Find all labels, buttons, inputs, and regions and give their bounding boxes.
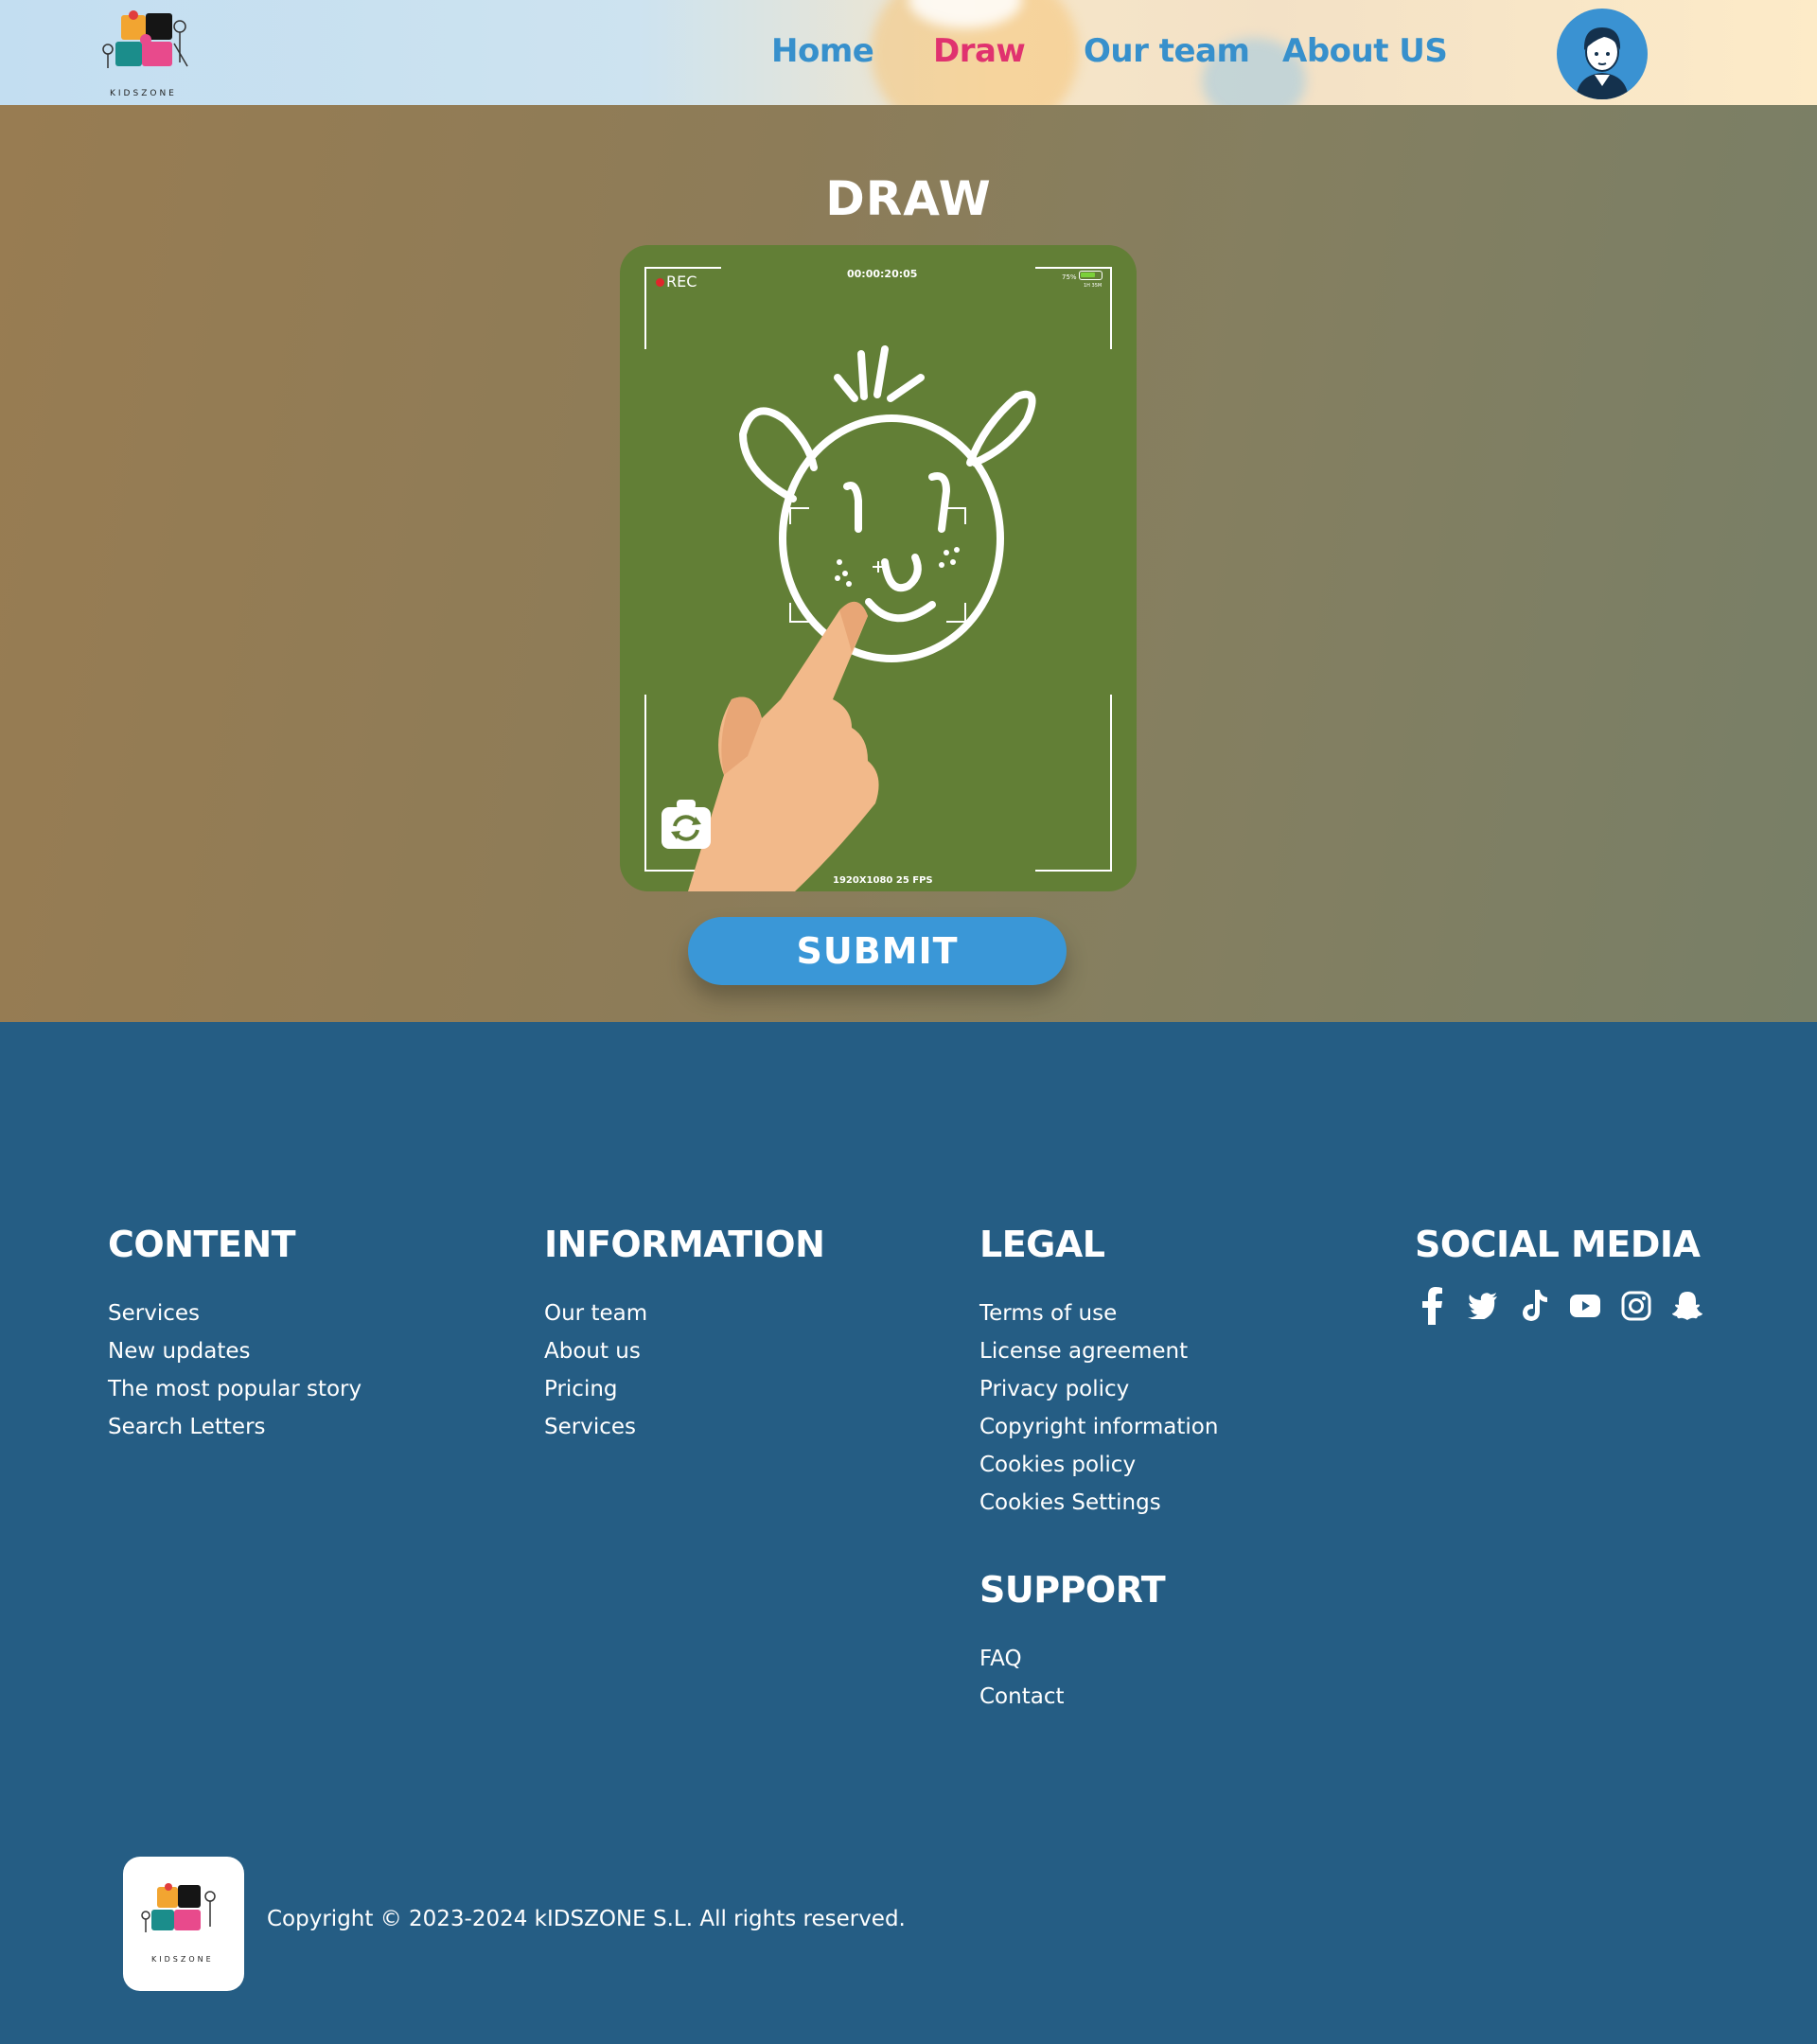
camera-frame-overlay [644, 267, 1112, 891]
footer-social-title: SOCIAL MEDIA [1415, 1224, 1701, 1265]
logo-text: KIDSZONE [110, 89, 177, 98]
pointing-hand [688, 601, 879, 891]
youtube-icon[interactable] [1568, 1288, 1602, 1324]
footer-logo[interactable]: KIDSZONE [123, 1857, 244, 1991]
footer-legal-column: LEGAL Terms of use License agreement Pri… [979, 1224, 1218, 1528]
nav-home[interactable]: Home [771, 32, 874, 70]
battery-remaining: 1H 35M [1084, 283, 1103, 289]
footer-link-pricing[interactable]: Pricing [544, 1377, 618, 1401]
footer-link-contact[interactable]: Contact [979, 1684, 1064, 1709]
nav-our-team[interactable]: Our team [1084, 32, 1250, 70]
footer-link-search-letters[interactable]: Search Letters [108, 1415, 266, 1439]
footer-link-cookies-policy[interactable]: Cookies policy [979, 1453, 1136, 1477]
facebook-icon[interactable] [1415, 1287, 1449, 1325]
timecode: 00:00:20:05 [847, 268, 918, 280]
footer-information-column: INFORMATION Our team About us Pricing Se… [544, 1224, 825, 1453]
tiktok-icon[interactable] [1517, 1288, 1551, 1324]
footer-support-column: SUPPORT FAQ Contact [979, 1569, 1166, 1722]
nav-about-us[interactable]: About US [1282, 32, 1448, 70]
footer-support-title: SUPPORT [979, 1569, 1166, 1611]
user-avatar[interactable] [1557, 9, 1648, 99]
copyright-text: Copyright © 2023-2024 kIDSZONE S.L. All … [267, 1907, 906, 1931]
submit-button[interactable]: SUBMIT [688, 917, 1067, 985]
footer-social-column: SOCIAL MEDIA [1415, 1224, 1704, 1325]
footer-link-cookies-settings[interactable]: Cookies Settings [979, 1490, 1161, 1515]
instagram-icon[interactable] [1619, 1288, 1653, 1324]
footer-link-terms[interactable]: Terms of use [979, 1301, 1117, 1326]
footer-link-faq[interactable]: FAQ [979, 1647, 1022, 1671]
drawing-sketch [738, 345, 1036, 662]
footer-link-popular-story[interactable]: The most popular story [108, 1377, 362, 1401]
footer-link-services[interactable]: Services [108, 1301, 200, 1326]
footer-link-info-services[interactable]: Services [544, 1415, 636, 1439]
camera-preview[interactable]: REC 00:00:20:05 75% 1H 35M 1920X1080 25 … [620, 245, 1137, 891]
battery-percent: 75% [1062, 273, 1077, 281]
resolution-label: 1920X1080 25 FPS [833, 875, 933, 886]
draw-title: DRAW [825, 171, 992, 226]
rec-label: REC [666, 273, 697, 291]
footer-information-title: INFORMATION [544, 1224, 825, 1265]
footer-link-our-team[interactable]: Our team [544, 1301, 647, 1326]
nav-draw[interactable]: Draw [933, 32, 1026, 70]
footer-link-new-updates[interactable]: New updates [108, 1339, 251, 1364]
footer-link-license[interactable]: License agreement [979, 1339, 1188, 1364]
rec-indicator [656, 278, 664, 287]
kidszone-logo[interactable]: KIDSZONE [95, 6, 208, 100]
footer-content-column: CONTENT Services New updates The most po… [108, 1224, 362, 1453]
footer-legal-title: LEGAL [979, 1224, 1105, 1265]
draw-section: DRAW REC 00:00:20:05 75% 1H 35M 1920X108… [0, 105, 1817, 1022]
site-header: KIDSZONE Home Draw Our team About US [0, 0, 1817, 105]
footer-logo-text: KIDSZONE [151, 1955, 214, 1964]
footer-content-title: CONTENT [108, 1224, 296, 1265]
switch-camera-icon[interactable] [658, 796, 714, 851]
twitter-icon[interactable] [1466, 1288, 1500, 1324]
battery-icon [1079, 271, 1103, 280]
footer-link-copyright-info[interactable]: Copyright information [979, 1415, 1218, 1439]
footer-link-about-us[interactable]: About us [544, 1339, 641, 1364]
site-footer: CONTENT Services New updates The most po… [0, 1022, 1817, 2044]
snapchat-icon[interactable] [1670, 1288, 1704, 1324]
battery-level [1081, 273, 1095, 277]
footer-link-privacy[interactable]: Privacy policy [979, 1377, 1129, 1401]
